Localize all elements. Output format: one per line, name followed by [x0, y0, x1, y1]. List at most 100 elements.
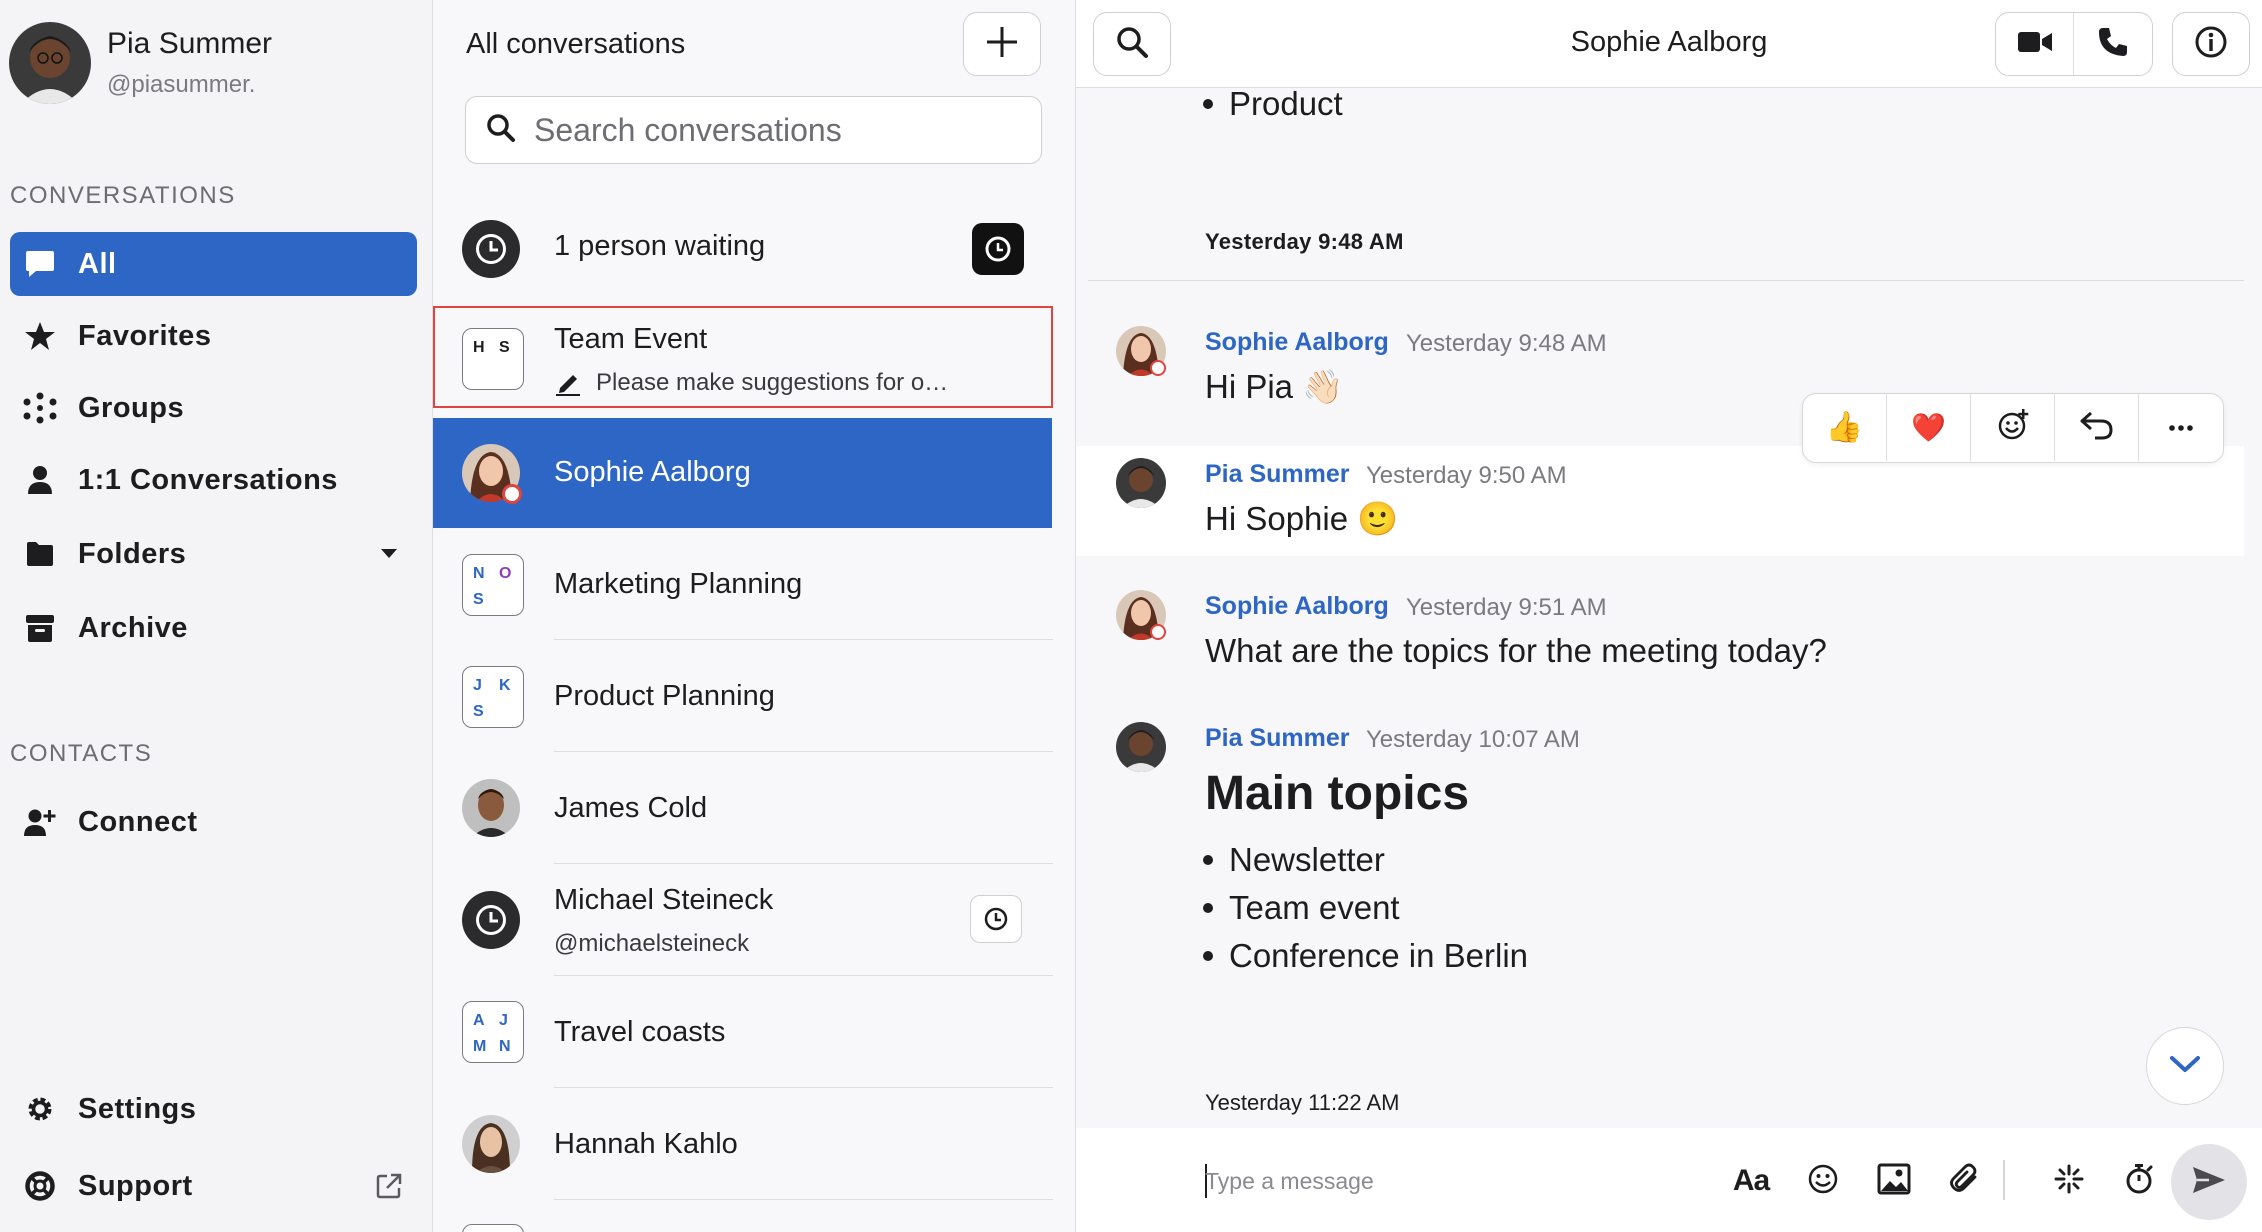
- more-options-button[interactable]: [2139, 394, 2223, 461]
- bullet-list: Newsletter Team event Conference in Berl…: [1205, 836, 1528, 980]
- sidebar-item-label: Archive: [78, 611, 188, 644]
- message-time: Yesterday 9:51 AM: [1406, 594, 1607, 621]
- conversation-item-marketing-planning[interactable]: N O S Marketing Planning: [433, 528, 1053, 640]
- bullet-item: Product: [1205, 88, 1343, 128]
- avatar: [462, 1115, 524, 1177]
- info-icon: [2194, 25, 2228, 64]
- conversation-item-product-planning[interactable]: J K S Product Planning: [433, 640, 1053, 752]
- sidebar: Pia Summer @piasummer. CONVERSATIONS All…: [0, 0, 433, 1232]
- divider: [1088, 280, 2244, 281]
- group-initials-avatar: A J M N: [462, 1001, 524, 1063]
- sidebar-item-connect[interactable]: Connect: [10, 790, 417, 854]
- message-author[interactable]: Sophie Aalborg: [1205, 592, 1389, 621]
- sidebar-item-settings[interactable]: Settings: [10, 1077, 417, 1141]
- status-dot: [1150, 360, 1166, 376]
- emoji-button[interactable]: [1800, 1158, 1846, 1204]
- plus-icon: [985, 25, 1019, 64]
- reply-icon: [2079, 409, 2115, 446]
- conversation-title: Marketing Planning: [554, 568, 803, 600]
- voice-call-button[interactable]: [2074, 13, 2152, 75]
- bullet-item: Newsletter: [1205, 836, 1528, 884]
- waiting-clock-avatar: [462, 891, 524, 953]
- ellipsis-icon: [2168, 419, 2194, 437]
- attachment-button[interactable]: [1942, 1158, 1988, 1204]
- groups-dots-icon: [10, 392, 70, 424]
- message-input[interactable]: [1205, 1158, 1675, 1204]
- video-camera-icon: [2017, 29, 2053, 60]
- avatar: [1116, 590, 1166, 640]
- image-upload-button[interactable]: [1871, 1158, 1917, 1204]
- contacts-section-label: CONTACTS: [10, 740, 153, 767]
- sidebar-item-all[interactable]: All: [10, 232, 417, 296]
- call-buttons-group: [1995, 12, 2153, 76]
- search-conversations-box[interactable]: [465, 96, 1042, 164]
- reaction-toolbar: 👍 ❤️: [1802, 393, 2224, 463]
- search-input[interactable]: [534, 111, 1014, 149]
- ai-sparkle-button[interactable]: [2046, 1158, 2092, 1204]
- message-text: What are the topics for the meeting toda…: [1205, 632, 1827, 669]
- conversation-draft-row: Please make suggestions for o…: [554, 369, 948, 397]
- conversation-preview: Please make suggestions for o…: [596, 369, 949, 396]
- conversation-item-travel-coasts[interactable]: A J M N Travel coasts: [433, 976, 1053, 1088]
- message[interactable]: Pia Summer Yesterday 9:50 AM Hi Sophie 🙂: [1076, 458, 2244, 554]
- text-format-button[interactable]: Aa: [1728, 1158, 1774, 1204]
- avatar: [1116, 326, 1166, 376]
- conversation-list-title: All conversations: [466, 28, 686, 60]
- conversation-item-james-cold[interactable]: James Cold: [433, 752, 1053, 864]
- conversation-item-waiting[interactable]: 1 person waiting: [433, 200, 1053, 296]
- conversation-title: Product Planning: [554, 680, 775, 712]
- person-icon: [10, 465, 70, 495]
- pencil-icon: [554, 370, 582, 396]
- initial: S: [473, 703, 484, 720]
- video-call-button[interactable]: [1996, 13, 2074, 75]
- sidebar-item-groups[interactable]: Groups: [10, 376, 417, 440]
- timer-button[interactable]: [2116, 1158, 2162, 1204]
- bullet-item: Conference in Berlin: [1205, 932, 1528, 980]
- initial: M: [473, 1038, 487, 1055]
- message-author[interactable]: Sophie Aalborg: [1205, 328, 1389, 357]
- sidebar-item-label: Settings: [78, 1092, 197, 1125]
- group-initials-avatar: [462, 1224, 524, 1232]
- new-conversation-button[interactable]: [963, 12, 1041, 76]
- sidebar-item-label: 1:1 Conversations: [78, 463, 338, 496]
- group-initials-avatar: H S: [462, 328, 524, 390]
- message-author[interactable]: Pia Summer: [1205, 724, 1350, 753]
- clock-icon[interactable]: [970, 895, 1022, 943]
- avatar: [1116, 458, 1166, 508]
- lifebuoy-icon: [10, 1170, 70, 1202]
- initial: J: [499, 1012, 508, 1029]
- heart-icon: ❤️: [1911, 412, 1946, 443]
- caret-down-icon[interactable]: [379, 546, 399, 565]
- bullet-list: Product: [1205, 88, 1343, 128]
- sidebar-item-archive[interactable]: Archive: [10, 596, 417, 660]
- send-button[interactable]: [2171, 1144, 2247, 1220]
- sidebar-item-label: Connect: [78, 805, 198, 838]
- message[interactable]: Pia Summer Yesterday 10:07 AM Main topic…: [1076, 722, 2244, 1022]
- sidebar-item-support[interactable]: Support: [10, 1154, 417, 1218]
- thumbs-up-reaction-button[interactable]: 👍: [1803, 394, 1887, 461]
- info-button[interactable]: [2172, 12, 2250, 76]
- phone-icon: [2097, 26, 2129, 63]
- conversation-item-team-event[interactable]: H S Team Event Please make suggestions f…: [433, 306, 1053, 408]
- message-author[interactable]: Pia Summer: [1205, 460, 1350, 489]
- initial: K: [499, 677, 511, 694]
- conversation-item-michael-steineck[interactable]: Michael Steineck @michaelsteineck: [433, 864, 1053, 976]
- scroll-to-bottom-button[interactable]: [2146, 1027, 2224, 1105]
- sidebar-item-label: Favorites: [78, 319, 212, 352]
- heart-reaction-button[interactable]: ❤️: [1887, 394, 1971, 461]
- initial: A: [473, 1012, 485, 1029]
- initial: H: [473, 339, 485, 356]
- add-reaction-button[interactable]: [1971, 394, 2055, 461]
- user-profile[interactable]: Pia Summer @piasummer.: [9, 22, 272, 104]
- clock-icon[interactable]: [972, 223, 1024, 275]
- sidebar-item-folders[interactable]: Folders: [10, 522, 417, 586]
- message[interactable]: Sophie Aalborg Yesterday 9:51 AM What ar…: [1076, 590, 2244, 686]
- reply-button[interactable]: [2055, 394, 2139, 461]
- sidebar-item-1-1-conversations[interactable]: 1:1 Conversations: [10, 448, 417, 512]
- chat-pane: Sophie Aalborg Product Yesterday 9:48 AM: [1076, 0, 2262, 1232]
- conversation-item-hannah-kahlo[interactable]: Hannah Kahlo: [433, 1088, 1053, 1200]
- sidebar-item-label: Folders: [78, 537, 187, 570]
- user-name: Pia Summer: [107, 27, 273, 60]
- sidebar-item-favorites[interactable]: Favorites: [10, 304, 417, 368]
- conversation-item-sophie-aalborg[interactable]: Sophie Aalborg: [433, 418, 1052, 528]
